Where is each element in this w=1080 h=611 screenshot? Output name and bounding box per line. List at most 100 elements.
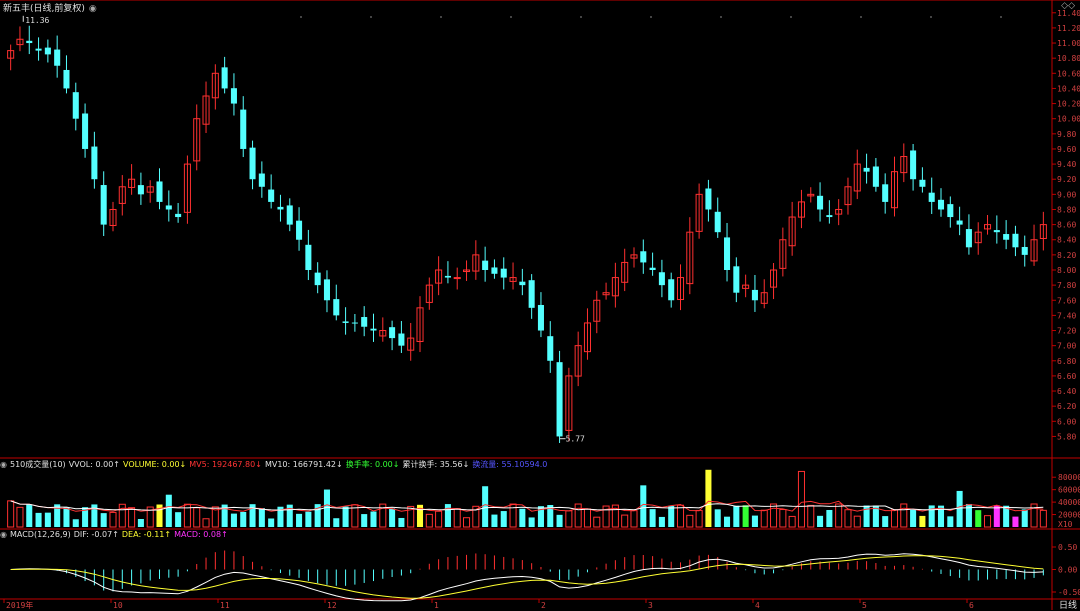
candle-body-down (863, 167, 870, 172)
volume-bar (714, 509, 721, 527)
volume-bar (463, 517, 471, 528)
candle-body-down (323, 279, 330, 301)
volume-tick-label: 40000 (1058, 498, 1080, 507)
candle-body-down (249, 147, 256, 180)
price-tick-label: 9.80 (1057, 130, 1076, 139)
volume-bar (109, 511, 117, 528)
candle-body-down (286, 205, 293, 225)
candle-body-down (333, 299, 340, 316)
candle-body-down (165, 205, 172, 210)
volume-value: VOLUME: 0.00↓ (123, 460, 187, 469)
candle-body-down (342, 321, 349, 323)
volume-bar (853, 515, 861, 528)
volume-bar (724, 516, 731, 527)
price-tick-label: 10.00 (1057, 115, 1080, 124)
candle-body-down (91, 146, 98, 180)
price-tick-label: 6.40 (1057, 387, 1076, 396)
price-tick-label: 10.60 (1057, 69, 1080, 78)
price-tick-label: 10.80 (1057, 54, 1080, 63)
volume-bar (574, 503, 582, 528)
candle-body-down (751, 289, 758, 301)
candle-body-down (230, 88, 237, 104)
candle-body-down (221, 67, 228, 89)
price-tick-label: 10.20 (1057, 100, 1080, 109)
candle-body-down (370, 328, 377, 331)
volume-bar (621, 514, 629, 528)
volume-axis: 80000 60000 40000 20000X10 (1052, 473, 1080, 529)
volume-bar (826, 509, 833, 527)
volume-bar (389, 508, 396, 527)
volume-bar (676, 504, 685, 528)
volume-bar (63, 507, 70, 527)
volume-bar (686, 514, 694, 528)
candle-body-down (63, 69, 70, 89)
high-price-label: 11.36 (25, 16, 49, 25)
candle-body-down (556, 362, 563, 437)
volume-bar (435, 510, 443, 528)
candle-body-down (35, 48, 42, 51)
price-tick-label: 11.20 (1057, 24, 1080, 33)
volume-bar (35, 512, 42, 527)
mv10-value: MV10: 166791.42↓ (264, 460, 343, 469)
volume-bar (100, 513, 107, 527)
macd-tick-label: -0.50 (1058, 588, 1080, 597)
candle-body-down (1003, 234, 1010, 240)
volume-bar (128, 507, 136, 528)
candle-body-down (919, 179, 926, 187)
volume-indicator-bar: ◉ 510成交量(10) VVOL: 0.00↑ VOLUME: 0.00↓ MV5: … (0, 459, 1052, 470)
macd-indicator-name: MACD(12,26,9) (9, 530, 71, 539)
volume-bar (993, 505, 1000, 527)
macd-dot-icon[interactable]: ◉ (0, 530, 7, 539)
price-tick-label: 9.40 (1057, 160, 1076, 169)
time-label: 11 (220, 601, 230, 610)
candle-body-down (175, 213, 182, 218)
volume-bar (72, 519, 79, 527)
candle-body-down (724, 237, 731, 270)
price-tick-label: 6.80 (1057, 357, 1076, 366)
time-label: 6 (969, 601, 974, 610)
volume-bar (137, 519, 144, 527)
candle-body-down (547, 336, 554, 361)
price-tick-label: 7.60 (1057, 296, 1076, 305)
mv5-value: MV5: 192467.80↓ (189, 460, 262, 469)
volume-bar (7, 500, 15, 528)
time-label: 12 (327, 601, 337, 610)
volume-bar (556, 514, 563, 527)
volume-ma-line (10, 500, 1044, 511)
volume-bar (333, 518, 340, 527)
macd-indicator-bar: ◉ MACD(12,26,9) DIF: -0.07↑ DEA: -0.11↑ MACD… (0, 530, 1052, 541)
candle-body-down (956, 220, 963, 225)
volume-bar (1012, 516, 1019, 527)
candle-body-down (156, 181, 163, 202)
stock-chart-canvas[interactable]: 11.4011.2011.0010.8010.6010.4010.2010.00… (0, 0, 1080, 610)
volume-bar (230, 513, 237, 527)
price-tick-label: 8.60 (1057, 221, 1076, 230)
candle-body-down (910, 150, 917, 180)
candlestick-series (7, 25, 1047, 443)
low-price-label: 5.77 (566, 435, 585, 444)
candle-body-down (361, 317, 368, 327)
candle-body-down (519, 281, 526, 286)
volume-tick-label: 60000 (1058, 486, 1080, 495)
candle-body-down (649, 267, 656, 270)
volume-bar (705, 469, 712, 527)
candle-body-down (993, 230, 1000, 233)
cum-turnover-value: 累计换手: 35.56↓ (402, 460, 470, 469)
candle-body-down (26, 40, 33, 44)
candle-body-down (398, 333, 405, 346)
price-tick-label: 6.60 (1057, 372, 1076, 381)
candle-body-down (640, 251, 647, 263)
indicator-dot-icon[interactable]: ◉ (0, 460, 7, 469)
volume-bar (16, 506, 24, 528)
volume-bar (733, 505, 740, 527)
period-label[interactable]: 日线 (1059, 598, 1077, 611)
volume-bar (258, 508, 265, 527)
candle-body-down (528, 280, 535, 308)
volume-bar (444, 504, 451, 527)
candle-body-down (389, 327, 396, 339)
volume-bar (947, 516, 954, 527)
volume-bar (398, 517, 405, 527)
volume-bar (165, 494, 172, 527)
candle-body-down (872, 166, 879, 187)
time-label: 3 (648, 601, 653, 610)
